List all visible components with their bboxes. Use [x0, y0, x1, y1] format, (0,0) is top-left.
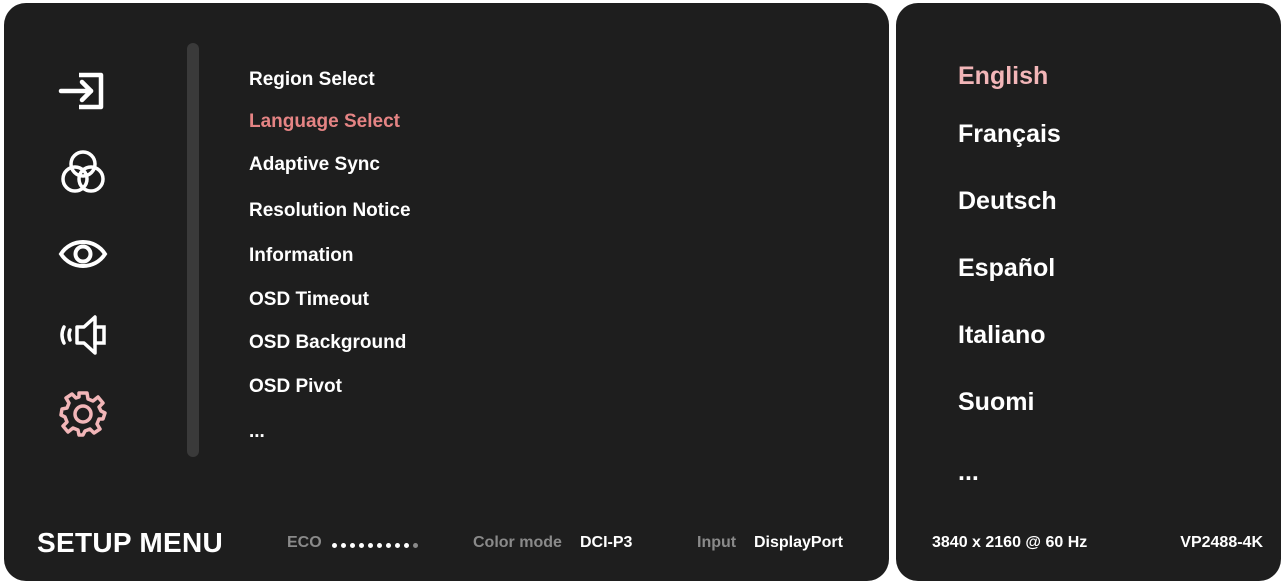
language-option-espanol[interactable]: Español — [958, 254, 1055, 283]
menu-scrollbar[interactable] — [187, 43, 199, 457]
input-label: Input — [697, 534, 737, 551]
color-mode-value: DCI-P3 — [580, 534, 633, 551]
color-mode-label: Color mode — [473, 534, 562, 551]
language-option-italiano[interactable]: Italiano — [958, 321, 1046, 350]
model-name: VP2488-4K — [1180, 534, 1263, 551]
eco-level-indicator — [332, 543, 418, 548]
eco-level-dot — [332, 543, 337, 548]
eco-level-dot — [341, 543, 346, 548]
menu-item-osd-pivot[interactable]: OSD Pivot — [249, 376, 342, 398]
menu-item-osd-timeout[interactable]: OSD Timeout — [249, 289, 369, 311]
eco-level-dot — [386, 543, 391, 548]
menu-title: SETUP MENU — [37, 527, 224, 558]
main-menu-panel: Region Select Language Select Adaptive S… — [4, 3, 889, 581]
language-option-francais[interactable]: Français — [958, 120, 1061, 149]
eco-level-dot — [350, 543, 355, 548]
eye-icon[interactable] — [54, 230, 112, 278]
menu-item-resolution-notice[interactable]: Resolution Notice — [249, 200, 411, 222]
language-option-english[interactable]: English — [958, 62, 1048, 91]
menu-item-more[interactable]: ... — [249, 421, 265, 443]
menu-item-region-select[interactable]: Region Select — [249, 69, 375, 91]
menu-item-information[interactable]: Information — [249, 245, 354, 267]
language-option-suomi[interactable]: Suomi — [958, 388, 1034, 417]
menu-item-osd-background[interactable]: OSD Background — [249, 332, 406, 354]
input-icon[interactable] — [54, 67, 112, 115]
language-option-more[interactable]: ... — [958, 458, 979, 487]
audio-icon[interactable] — [54, 311, 112, 359]
menu-item-adaptive-sync[interactable]: Adaptive Sync — [249, 154, 380, 176]
color-adjust-icon[interactable] — [54, 149, 112, 197]
eco-level-dot — [359, 543, 364, 548]
menu-item-language-select[interactable]: Language Select — [249, 111, 400, 133]
language-option-deutsch[interactable]: Deutsch — [958, 187, 1057, 216]
input-value: DisplayPort — [754, 534, 843, 551]
resolution-readout: 3840 x 2160 @ 60 Hz — [932, 534, 1088, 551]
eco-level-dot — [413, 543, 418, 548]
language-panel: English Français Deutsch Español Italian… — [896, 3, 1281, 581]
eco-label: ECO — [287, 534, 322, 551]
gear-icon[interactable] — [54, 389, 112, 437]
eco-level-dot — [377, 543, 382, 548]
eco-level-dot — [368, 543, 373, 548]
eco-level-dot — [395, 543, 400, 548]
eco-level-dot — [404, 543, 409, 548]
